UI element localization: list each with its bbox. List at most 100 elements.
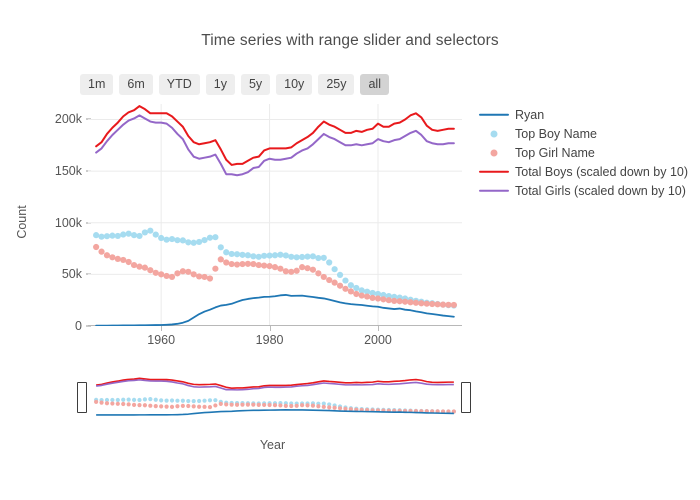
series-marker	[374, 295, 382, 302]
y-tick-label: 100k	[54, 215, 82, 230]
range-button-ytd[interactable]: YTD	[158, 74, 200, 96]
series-marker	[255, 253, 262, 260]
series-marker	[380, 296, 387, 303]
series-marker	[158, 271, 165, 278]
range-slider[interactable]	[88, 374, 462, 418]
legend-item[interactable]: Total Boys (scaled down by 10)	[478, 162, 693, 181]
series-marker	[223, 259, 230, 266]
series-marker	[103, 252, 111, 259]
range-button-5y[interactable]: 5y	[240, 74, 271, 96]
series-marker	[288, 253, 295, 260]
range-button-1y[interactable]: 1y	[205, 74, 235, 96]
series-marker	[114, 232, 121, 240]
mini-series-marker	[164, 398, 169, 403]
series-marker	[445, 301, 452, 308]
series-marker	[282, 268, 289, 275]
series-marker	[282, 252, 289, 259]
series-marker	[136, 263, 143, 270]
mini-series-marker	[131, 397, 137, 402]
series-marker	[250, 260, 257, 268]
series-marker	[93, 232, 100, 239]
series-marker	[271, 264, 279, 271]
series-marker	[174, 270, 181, 277]
mini-series-marker	[321, 404, 326, 409]
legend: Ryan Top Boy Name Top Girl Name Total Boys …	[478, 105, 693, 200]
legend-item[interactable]: Total Girls (scaled down by 10)	[478, 181, 693, 200]
mini-series-marker	[121, 401, 126, 407]
series-marker	[347, 282, 354, 289]
series-marker	[152, 269, 159, 276]
series-marker	[331, 266, 338, 273]
y-tick-label: 200k	[54, 112, 82, 127]
series-marker	[336, 271, 344, 278]
series-marker	[304, 265, 311, 272]
mini-series-marker	[240, 402, 245, 407]
series-total-girls-scaled-down-by-10	[95, 114, 455, 177]
legend-marker-swatch	[478, 146, 510, 160]
series-marker	[391, 297, 398, 305]
range-button-1m[interactable]: 1m	[80, 74, 114, 96]
range-slider-left-handle[interactable]	[77, 382, 87, 413]
mini-series-marker	[251, 402, 256, 407]
mini-series-marker	[142, 403, 148, 408]
legend-item[interactable]: Top Boy Name	[478, 124, 693, 143]
series-marker	[179, 268, 186, 275]
y-tick-label: 0	[75, 319, 82, 333]
series-marker	[439, 301, 447, 308]
series-marker	[190, 239, 197, 246]
range-button-10y[interactable]: 10y	[276, 74, 313, 96]
mini-series-marker	[305, 403, 310, 408]
mini-series-marker	[310, 403, 316, 408]
mini-series-marker	[327, 405, 332, 410]
range-button-all[interactable]: all	[360, 74, 389, 96]
legend-line-swatch	[478, 108, 510, 122]
series-marker	[109, 254, 116, 261]
legend-item[interactable]: Ryan	[478, 105, 693, 124]
series-marker	[315, 270, 322, 277]
series-marker	[429, 300, 436, 308]
series-marker	[266, 263, 273, 270]
mini-series-marker	[186, 403, 191, 409]
range-button-25y[interactable]: 25y	[318, 74, 355, 96]
series-marker	[103, 233, 111, 240]
range-button-6m[interactable]: 6m	[119, 74, 153, 96]
series-marker	[336, 282, 344, 289]
mini-series-marker	[175, 404, 180, 409]
series-marker	[201, 236, 208, 244]
series-marker	[326, 276, 333, 284]
series-marker	[293, 267, 300, 274]
mini-series-marker	[175, 398, 180, 403]
range-selector-buttons: 1m 6m YTD 1y 5y 10y 25y all	[80, 74, 389, 96]
x-axis-title: Year	[259, 438, 286, 452]
series-marker	[217, 256, 224, 263]
series-marker	[206, 234, 214, 241]
range-slider-svg	[94, 377, 456, 416]
series-marker	[179, 237, 186, 244]
x-tick-mark	[377, 326, 379, 331]
y-tick-label: 50k	[61, 267, 82, 282]
mini-series-marker	[332, 405, 337, 410]
mini-series-marker	[262, 402, 267, 408]
range-slider-right-handle[interactable]	[461, 382, 471, 413]
legend-item[interactable]: Top Girl Name	[478, 143, 693, 162]
mini-series-marker	[245, 402, 250, 407]
plot-area[interactable]	[88, 104, 462, 326]
series-marker	[261, 262, 268, 269]
series-marker	[288, 268, 295, 275]
x-tick-mark	[269, 326, 271, 331]
y-tick-label: 150k	[54, 164, 82, 179]
series-marker	[201, 273, 208, 281]
mini-series-marker	[137, 403, 142, 408]
mini-series-marker	[148, 403, 153, 408]
mini-series-marker	[186, 398, 191, 404]
mini-series-marker	[115, 401, 120, 406]
series-marker	[125, 230, 132, 237]
series-marker	[277, 265, 284, 272]
mini-series-marker	[278, 403, 283, 408]
series-marker	[163, 236, 170, 243]
series-marker	[347, 288, 354, 295]
mini-series-marker	[137, 397, 142, 403]
x-tick-label: 2000	[364, 333, 392, 347]
series-marker	[423, 300, 430, 307]
mini-series-marker	[126, 402, 131, 407]
